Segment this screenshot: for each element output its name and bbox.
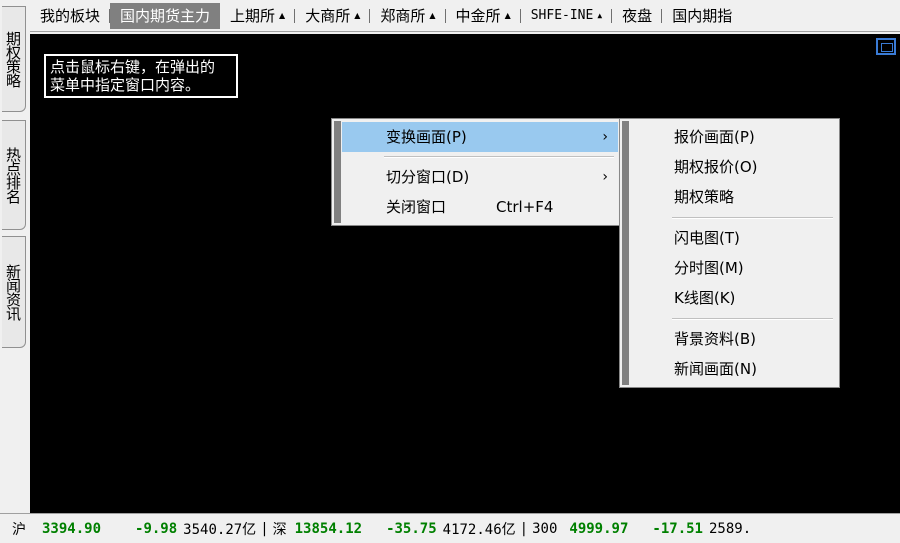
tab-czce[interactable]: 郑商所 ▲ bbox=[370, 3, 446, 29]
menu-separator bbox=[672, 217, 833, 219]
hs300-index-value: 4999.97 bbox=[569, 520, 629, 537]
sh-amount-value: 3540.27亿 bbox=[183, 521, 257, 538]
left-side-tabs: 期权策略 热点排名 新闻资讯 bbox=[0, 0, 30, 513]
sz-index-value: 13854.12 bbox=[294, 520, 363, 537]
dropdown-arrow-icon: ▲ bbox=[279, 10, 286, 20]
hs300-change-value: -17.51 bbox=[652, 520, 703, 537]
hs300-label: 300 bbox=[532, 520, 558, 537]
side-tab-hot-ranking[interactable]: 热点排名 bbox=[2, 120, 26, 230]
tab-shfe-ine[interactable]: SHFE-INE ▲ bbox=[521, 3, 613, 29]
tab-domestic-index-futures[interactable]: 国内期指 bbox=[662, 3, 742, 29]
tab-my-sectors[interactable]: 我的板块 bbox=[30, 3, 111, 29]
shortcut-label: Ctrl+F4 bbox=[496, 198, 554, 216]
submenu-item-quote-view[interactable]: 报价画面(P) bbox=[630, 122, 837, 152]
dropdown-arrow-icon: ▲ bbox=[429, 10, 436, 20]
sh-index-value: 3394.90 bbox=[42, 520, 102, 537]
dropdown-arrow-icon: ▲ bbox=[354, 10, 361, 20]
hs300-amount-value: 2589. bbox=[708, 520, 752, 537]
submenu-arrow-icon: › bbox=[602, 169, 608, 185]
tab-domestic-futures-main[interactable]: 国内期货主力 bbox=[110, 2, 221, 29]
menu-separator bbox=[672, 318, 833, 320]
switch-view-submenu: 报价画面(P) 期权报价(O) 期权策略 闪电图(T) 分时图(M) K线图(K… bbox=[619, 118, 840, 388]
sz-label: 深 bbox=[272, 521, 287, 538]
sh-change-value: -9.98 bbox=[135, 520, 178, 537]
submenu-item-option-strategy[interactable]: 期权策略 bbox=[630, 182, 837, 212]
submenu-arrow-icon: › bbox=[602, 129, 608, 145]
index-status-bar: 沪 3394.90 -9.98 3540.27亿 | 深 13854.12 -3… bbox=[0, 513, 900, 543]
dropdown-arrow-icon: ▲ bbox=[504, 10, 511, 20]
tab-shfe[interactable]: 上期所 ▲ bbox=[220, 3, 296, 29]
submenu-item-candlestick-chart[interactable]: K线图(K) bbox=[630, 283, 837, 313]
tab-cffex[interactable]: 中金所 ▲ bbox=[446, 3, 521, 29]
tab-night-session[interactable]: 夜盘 bbox=[612, 3, 663, 29]
submenu-item-tick-chart[interactable]: 闪电图(T) bbox=[630, 223, 837, 253]
context-menu: 变换画面(P) › 切分窗口(D) › 关闭窗口 Ctrl+F4 bbox=[331, 118, 621, 226]
hint-line-2: 菜单中指定窗口内容。 bbox=[50, 76, 201, 94]
market-tab-bar: 我的板块 国内期货主力 上期所 ▲ 大商所 ▲ 郑商所 ▲ 中金所 ▲ SHFE-INE… bbox=[0, 0, 900, 32]
submenu-item-intraday-chart[interactable]: 分时图(M) bbox=[630, 253, 837, 283]
maximize-window-icon[interactable] bbox=[876, 38, 896, 55]
submenu-item-option-quote[interactable]: 期权报价(O) bbox=[630, 152, 837, 182]
menu-item-split-window[interactable]: 切分窗口(D) › bbox=[342, 162, 618, 192]
side-tab-news[interactable]: 新闻资讯 bbox=[2, 236, 26, 348]
dropdown-arrow-icon: ▲ bbox=[597, 10, 603, 20]
side-tab-option-strategy[interactable]: 期权策略 bbox=[2, 6, 26, 112]
submenu-item-news-view[interactable]: 新闻画面(N) bbox=[630, 354, 837, 384]
menu-separator bbox=[384, 156, 614, 158]
sh-label: 沪 bbox=[12, 521, 26, 538]
sz-change-value: -35.75 bbox=[386, 520, 437, 537]
menu-item-switch-view[interactable]: 变换画面(P) › bbox=[342, 122, 618, 152]
sz-amount-value: 4172.46亿 bbox=[442, 521, 516, 538]
menu-item-close-window[interactable]: 关闭窗口 Ctrl+F4 bbox=[342, 192, 618, 222]
submenu-item-background-info[interactable]: 背景资料(B) bbox=[630, 324, 837, 354]
tab-dce[interactable]: 大商所 ▲ bbox=[295, 3, 371, 29]
hint-box: 点击鼠标右键，在弹出的 菜单中指定窗口内容。 bbox=[44, 54, 238, 98]
hint-line-1: 点击鼠标右键，在弹出的 bbox=[50, 58, 216, 76]
